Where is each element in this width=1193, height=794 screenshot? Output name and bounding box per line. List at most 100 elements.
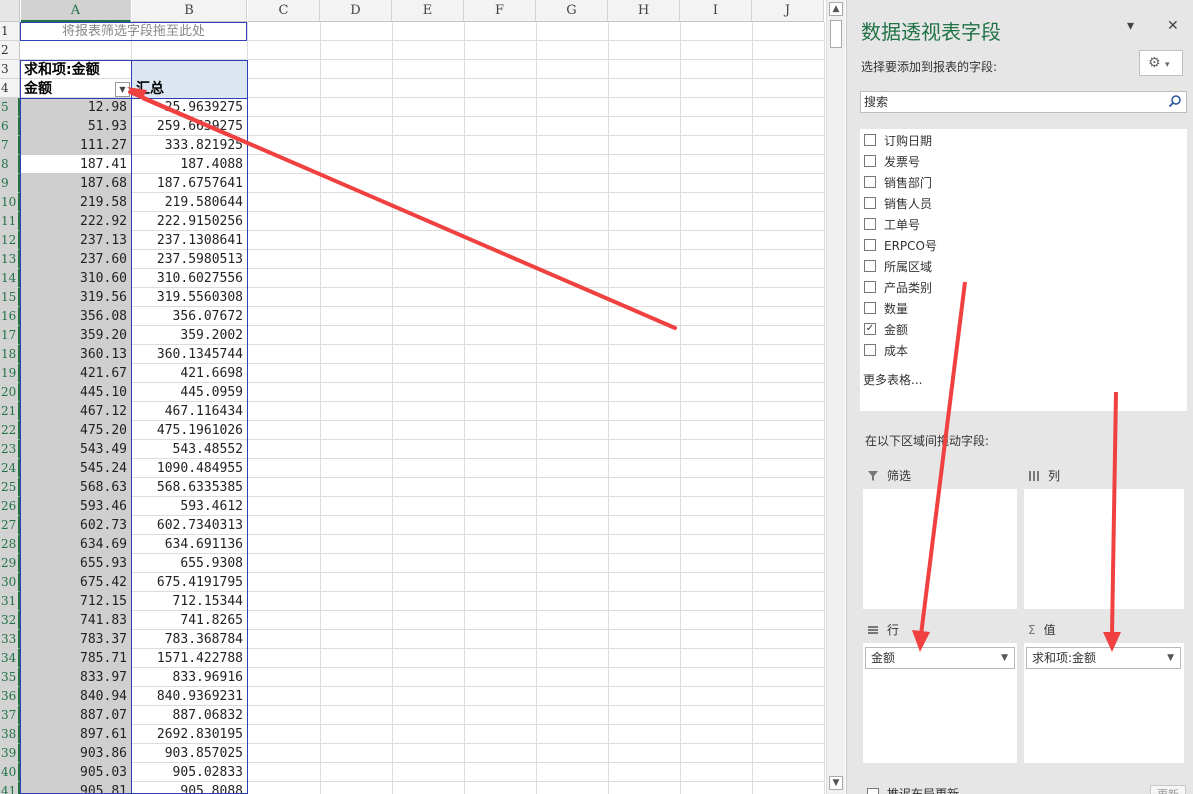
amount-cell[interactable]: 675.42 <box>21 573 130 592</box>
row-header-35[interactable]: 35 <box>0 668 20 687</box>
amount-cell[interactable]: 897.61 <box>21 725 130 744</box>
search-icon[interactable] <box>1168 94 1182 108</box>
row-header-38[interactable]: 38 <box>0 725 20 744</box>
checkbox[interactable] <box>864 344 876 356</box>
total-cell[interactable]: 833.96916 <box>132 668 246 687</box>
total-cell[interactable]: 905.02833 <box>132 763 246 782</box>
column-header-j[interactable]: J <box>752 0 824 22</box>
field-item[interactable]: 销售部门 <box>864 173 932 191</box>
field-item[interactable]: ERPCO号 <box>864 236 937 254</box>
select-all-corner[interactable] <box>0 0 20 22</box>
total-label[interactable]: 汇总 <box>132 80 247 99</box>
column-header-d[interactable]: D <box>320 0 392 22</box>
amount-cell[interactable]: 833.97 <box>21 668 130 687</box>
pivot-title[interactable]: 求和项:金额 <box>20 61 131 80</box>
row-header-14[interactable]: 14 <box>0 269 20 288</box>
row-header-19[interactable]: 19 <box>0 364 20 383</box>
row-header-20[interactable]: 20 <box>0 383 20 402</box>
more-tables-link[interactable]: 更多表格... <box>863 371 922 388</box>
update-button[interactable]: 更新 <box>1150 785 1186 794</box>
total-cell[interactable]: 187.4088 <box>132 155 246 174</box>
amount-cell[interactable]: 903.86 <box>21 744 130 763</box>
amount-cell[interactable]: 543.49 <box>21 440 130 459</box>
amount-cell[interactable]: 219.58 <box>21 193 130 212</box>
total-cell[interactable]: 475.1961026 <box>132 421 246 440</box>
row-header-13[interactable]: 13 <box>0 250 20 269</box>
row-header-24[interactable]: 24 <box>0 459 20 478</box>
column-header-h[interactable]: H <box>608 0 680 22</box>
column-header-c[interactable]: C <box>248 0 320 22</box>
scroll-up-icon[interactable]: ▲ <box>829 2 843 16</box>
row-header-34[interactable]: 34 <box>0 649 20 668</box>
scroll-down-icon[interactable]: ▼ <box>829 776 843 790</box>
total-cell[interactable]: 1571.422788 <box>132 649 246 668</box>
amount-cell[interactable]: 237.13 <box>21 231 130 250</box>
field-item[interactable]: 产品类别 <box>864 278 932 296</box>
total-cell[interactable]: 741.8265 <box>132 611 246 630</box>
row-header-28[interactable]: 28 <box>0 535 20 554</box>
row-header-33[interactable]: 33 <box>0 630 20 649</box>
total-cell[interactable]: 783.368784 <box>132 630 246 649</box>
amount-cell[interactable]: 319.56 <box>21 288 130 307</box>
values-pill-dropdown-icon[interactable]: ▼ <box>1167 648 1174 668</box>
row-field-label[interactable]: 金额 <box>20 80 114 99</box>
row-header-11[interactable]: 11 <box>0 212 20 231</box>
total-cell[interactable]: 655.9308 <box>132 554 246 573</box>
amount-cell[interactable]: 602.73 <box>21 516 130 535</box>
row-header-39[interactable]: 39 <box>0 744 20 763</box>
checkbox[interactable] <box>864 239 876 251</box>
amount-cell[interactable]: 545.24 <box>21 459 130 478</box>
row-header-15[interactable]: 15 <box>0 288 20 307</box>
row-filter-dropdown-button[interactable]: ▼ <box>115 82 130 97</box>
row-header-18[interactable]: 18 <box>0 345 20 364</box>
row-header-30[interactable]: 30 <box>0 573 20 592</box>
row-header-6[interactable]: 6 <box>0 117 20 136</box>
column-header-b[interactable]: B <box>132 0 247 22</box>
row-header-41[interactable]: 41 <box>0 782 20 794</box>
column-header-g[interactable]: G <box>536 0 608 22</box>
vertical-scrollbar[interactable]: ▲ ▼ <box>826 0 845 794</box>
row-header-9[interactable]: 9 <box>0 174 20 193</box>
amount-cell[interactable]: 634.69 <box>21 535 130 554</box>
close-icon[interactable]: ✕ <box>1167 18 1179 34</box>
total-cell[interactable]: 259.6639275 <box>132 117 246 136</box>
row-header-2[interactable]: 2 <box>0 41 20 60</box>
field-item[interactable]: 工单号 <box>864 215 920 233</box>
checkbox[interactable] <box>864 176 876 188</box>
row-header-1[interactable]: 1 <box>0 22 20 41</box>
amount-cell[interactable]: 187.41 <box>21 155 130 174</box>
field-item[interactable]: 数量 <box>864 299 908 317</box>
total-cell[interactable]: 887.06832 <box>132 706 246 725</box>
total-cell[interactable]: 187.6757641 <box>132 174 246 193</box>
scroll-thumb[interactable] <box>830 20 842 48</box>
checkbox[interactable] <box>864 197 876 209</box>
amount-cell[interactable]: 887.07 <box>21 706 130 725</box>
row-header-36[interactable]: 36 <box>0 687 20 706</box>
amount-cell[interactable]: 467.12 <box>21 402 130 421</box>
field-item[interactable]: ✓ 金额 <box>864 320 908 338</box>
rows-drop-zone[interactable]: 金额 ▼ <box>863 643 1017 763</box>
total-cell[interactable]: 237.1308641 <box>132 231 246 250</box>
amount-cell[interactable]: 593.46 <box>21 497 130 516</box>
total-cell[interactable]: 222.9150256 <box>132 212 246 231</box>
field-item[interactable]: 所属区域 <box>864 257 932 275</box>
row-header-22[interactable]: 22 <box>0 421 20 440</box>
report-filter-drop-zone[interactable]: 将报表筛选字段拖至此处 <box>20 22 247 41</box>
total-cell[interactable]: 219.580644 <box>132 193 246 212</box>
filter-drop-zone[interactable] <box>863 489 1017 609</box>
row-header-5[interactable]: 5 <box>0 98 20 117</box>
search-input[interactable]: 搜索 <box>860 91 1187 113</box>
row-header-27[interactable]: 27 <box>0 516 20 535</box>
total-cell[interactable]: 840.9369231 <box>132 687 246 706</box>
amount-cell[interactable]: 655.93 <box>21 554 130 573</box>
total-cell[interactable]: 543.48552 <box>132 440 246 459</box>
row-header-37[interactable]: 37 <box>0 706 20 725</box>
total-cell[interactable]: 905.8088 <box>132 782 246 794</box>
gear-icon[interactable]: ⚙ ▾ <box>1139 50 1183 76</box>
column-header-i[interactable]: I <box>680 0 752 22</box>
total-cell[interactable]: 712.15344 <box>132 592 246 611</box>
amount-cell[interactable]: 356.08 <box>21 307 130 326</box>
row-header-25[interactable]: 25 <box>0 478 20 497</box>
total-cell[interactable]: 445.0959 <box>132 383 246 402</box>
row-header-12[interactable]: 12 <box>0 231 20 250</box>
